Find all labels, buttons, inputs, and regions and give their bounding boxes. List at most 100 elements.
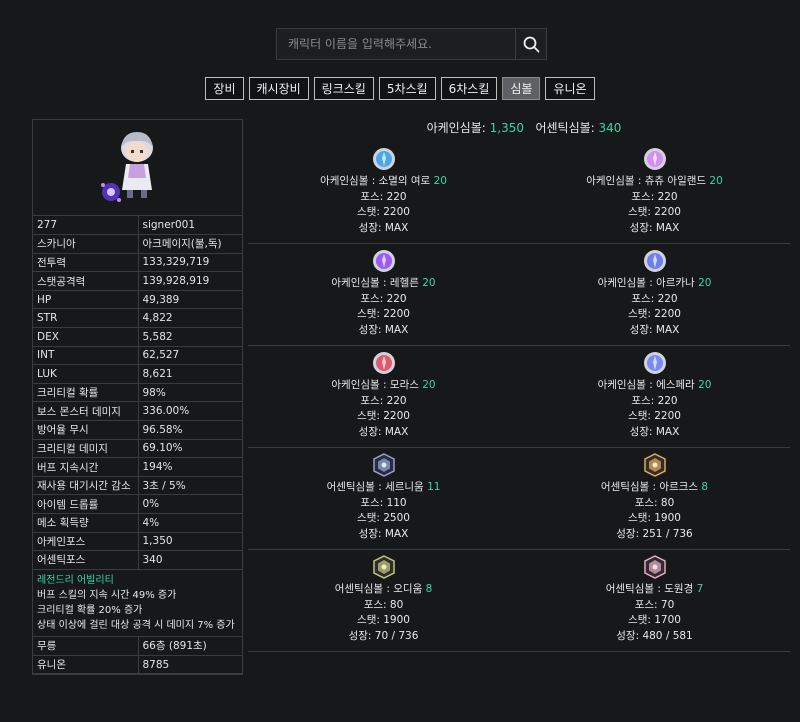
stat-value: 3초 / 5% [138,476,242,496]
search-icon [523,36,539,52]
symbol-card[interactable]: 어센틱심볼 : 세르니움 11 포스: 110 스탯: 2500 성장: MAX [248,448,519,550]
stat-label: 크리티컬 데미지 [33,439,139,459]
symbol-title: 어센틱심볼 : 아르크스 8 [519,480,790,496]
legendary-line: 크리티컬 확률 20% 증가 [37,604,143,616]
symbol-level: 20 [433,175,447,187]
stat-value: 98% [138,383,242,403]
symbol-force: 포스: 220 [360,292,407,305]
stat-row: 스카니아 아크메이지(불,독) [33,234,242,254]
symbol-growth: 성장: 70 / 736 [348,629,419,642]
symbol-card[interactable]: 어센틱심볼 : 오디움 8 포스: 80 스탯: 1900 성장: 70 / 736 [248,550,519,652]
stat-row: STR 4,822 [33,308,242,329]
stat-row: DEX 5,582 [33,327,242,347]
cernium-icon [372,453,396,477]
tab-item[interactable]: 5차스킬 [378,77,436,100]
stat-row: 유니온 8785 [33,655,242,675]
stats-table-tail: 무릉 66층 (891초) 유니온 8785 [33,636,242,675]
search-input[interactable] [277,29,515,59]
symbol-level: 20 [698,379,712,391]
symbol-growth: 성장: MAX [358,221,409,234]
tab-item[interactable]: 링크스킬 [313,77,374,100]
symbol-card[interactable]: 아케인심볼 : 모라스 20 포스: 220 스탯: 2200 성장: MAX [248,346,519,448]
legendary-line: 상태 이상에 걸린 대상 공격 시 데미지 7% 증가 [37,619,235,631]
symbol-level: 20 [422,277,436,289]
stat-row: 아케인포스 1,350 [33,532,242,552]
tab-item[interactable]: 6차스킬 [440,77,498,100]
symbol-growth: 성장: MAX [629,425,680,438]
symbol-name: 어센틱심볼 : 도원경 [605,583,694,595]
symbol-name: 아케인심볼 : 에스페라 [597,379,695,391]
arcane-summary-label: 아케인심볼: [426,121,486,135]
character-name: signer001 [138,216,242,236]
symbol-card[interactable]: 아케인심볼 : 에스페라 20 포스: 220 스탯: 2200 성장: MAX [519,346,790,448]
stat-row: INT 62,527 [33,346,242,366]
search-button[interactable] [515,29,546,59]
stat-label: 보스 몬스터 데미지 [33,401,139,422]
stat-label: 재사용 대기시간 감소 [33,476,139,496]
character-avatar [33,120,242,216]
stat-label: DEX [33,327,139,347]
symbol-stat: 스탯: 1900 [357,614,410,626]
symbol-force: 포스: 80 [634,496,675,509]
stat-row: 재사용 대기시간 감소 3초 / 5% [33,476,242,496]
stat-value: 49,389 [138,290,242,310]
esfera-icon [643,351,667,375]
stat-row: 방어율 무시 96.58% [33,420,242,440]
stats-table: 277 signer001 스카니아 아크메이지(불,독) 전투력 133,329,719… [33,216,242,570]
stat-row: 277 signer001 [33,216,242,236]
stat-label: STR [33,308,139,329]
stat-value: 4,822 [138,308,242,329]
stat-value: 66층 (891초) [138,636,242,656]
symbol-card[interactable]: 아케인심볼 : 레헬른 20 포스: 220 스탯: 2200 성장: MAX [248,244,519,346]
symbol-force: 포스: 220 [631,292,678,305]
stat-value: 139,928,919 [138,271,242,291]
symbol-title: 아케인심볼 : 소멸의 여로 20 [248,174,519,190]
symbol-name: 아케인심볼 : 소멸의 여로 [320,175,431,187]
symbol-name: 아케인심볼 : 레헬른 [331,277,419,289]
symbol-level: 8 [425,583,433,595]
tab-item[interactable]: 장비 [205,77,244,100]
symbol-name: 아케인심볼 : 츄츄 아일랜드 [586,175,707,187]
stat-row: 버프 지속시간 194% [33,457,242,477]
legendary-title: 레전드리 어빌리티 [37,574,114,586]
tab-item[interactable]: 캐시장비 [248,77,309,100]
symbol-title: 아케인심볼 : 모라스 20 [248,378,519,394]
character-level: 277 [33,216,139,236]
stat-value: 1,350 [138,532,242,552]
stat-value: 4% [138,513,242,533]
symbol-level: 20 [709,175,723,187]
stat-value: 69.10% [138,439,242,459]
symbol-card[interactable]: 아케인심볼 : 츄츄 아일랜드 20 포스: 220 스탯: 2200 성장: MAX [519,142,790,244]
stat-row: 무릉 66층 (891초) [33,636,242,656]
symbol-card[interactable]: 아케인심볼 : 아르카나 20 포스: 220 스탯: 2200 성장: MAX [519,244,790,346]
stat-label: LUK [33,364,139,384]
symbol-card[interactable]: 어센틱심볼 : 도원경 7 포스: 70 스탯: 1700 성장: 480 / 581 [519,550,790,652]
arcana-icon [643,249,667,273]
stat-row: 보스 몬스터 데미지 336.00% [33,401,242,422]
character-panel: 277 signer001 스카니아 아크메이지(불,독) 전투력 133,329,719… [32,119,243,676]
stat-label: 크리티컬 확률 [33,383,139,403]
symbol-card[interactable]: 어센틱심볼 : 아르크스 8 포스: 80 스탯: 1900 성장: 251 / 73… [519,448,790,550]
stat-value: 336.00% [138,401,242,422]
stat-value: 96.58% [138,420,242,440]
symbol-force: 포스: 220 [631,394,678,407]
symbol-growth: 성장: 251 / 736 [616,527,693,540]
symbol-stat: 스탯: 2200 [357,308,410,320]
stat-label: 유니온 [33,655,139,675]
symbol-stat: 스탯: 2200 [357,206,410,218]
symbol-stat: 스탯: 2200 [628,410,681,422]
shangri-la-icon [643,555,667,579]
symbol-name: 어센틱심볼 : 오디움 [334,583,423,595]
symbol-name: 어센틱심볼 : 세르니움 [326,481,424,493]
symbol-stat: 스탯: 2200 [357,410,410,422]
symbol-stat: 스탯: 2500 [357,512,410,524]
tab-item[interactable]: 심볼 [502,77,541,100]
symbol-title: 아케인심볼 : 에스페라 20 [519,378,790,394]
symbol-force: 포스: 220 [360,190,407,203]
symbol-stat: 스탯: 2200 [628,308,681,320]
symbol-title: 아케인심볼 : 레헬른 20 [248,276,519,292]
symbol-force: 포스: 220 [360,394,407,407]
symbol-card[interactable]: 아케인심볼 : 소멸의 여로 20 포스: 220 스탯: 2200 성장: MAX [248,142,519,244]
tab-item[interactable]: 유니온 [545,77,595,100]
symbol-force: 포스: 70 [634,598,675,611]
